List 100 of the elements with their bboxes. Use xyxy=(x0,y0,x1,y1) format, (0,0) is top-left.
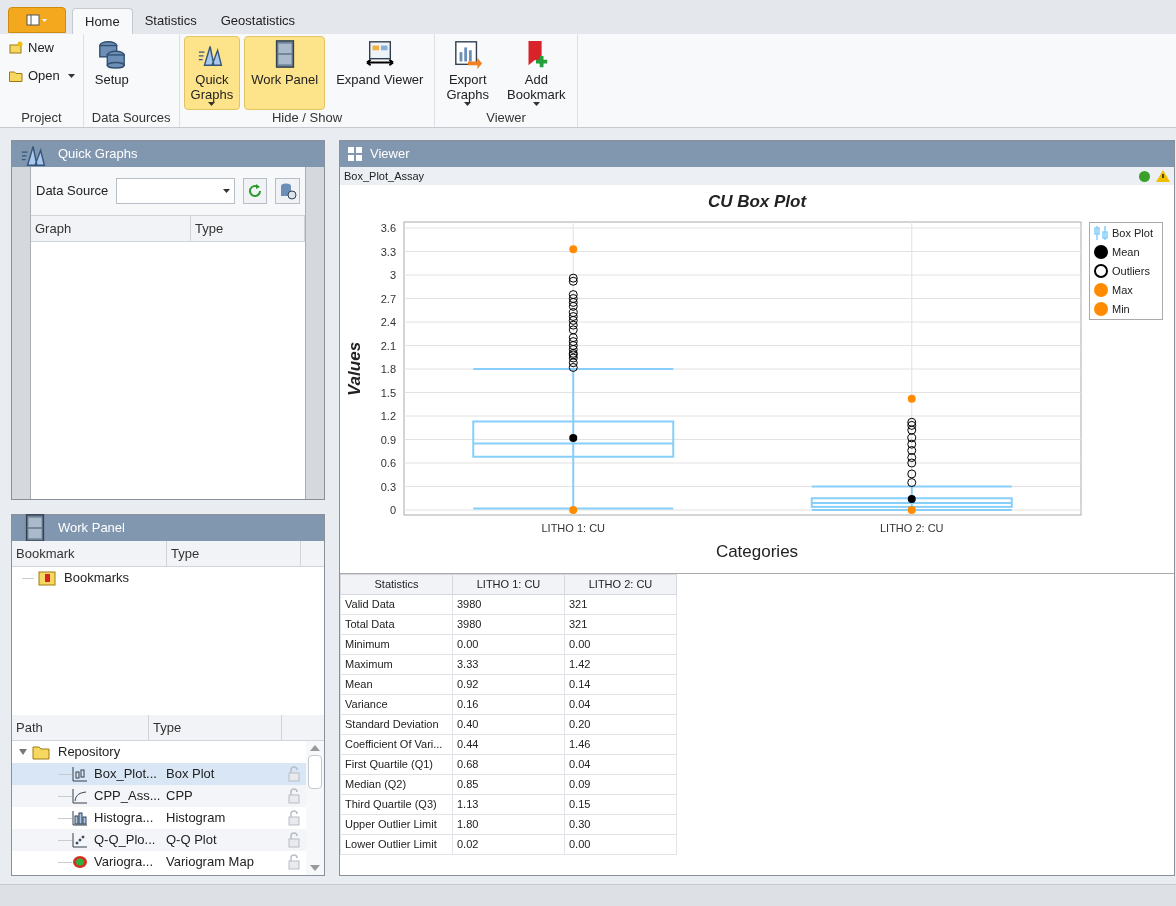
tree-item[interactable]: Repository xyxy=(58,742,121,762)
table-cell: Third Quartile (Q3) xyxy=(340,794,453,815)
scrollbar[interactable] xyxy=(306,741,324,875)
panel-header: Quick Graphs xyxy=(12,141,324,167)
table-cell: 0.02 xyxy=(452,834,565,855)
new-file-icon xyxy=(8,40,24,56)
tree-row[interactable]: CPP_Ass... CPP xyxy=(12,785,306,807)
caret-icon xyxy=(222,189,230,193)
column-header[interactable]: Path xyxy=(12,715,149,740)
data-settings-button[interactable] xyxy=(275,178,300,204)
line-chart-icon xyxy=(72,788,88,804)
table-cell: 0.04 xyxy=(564,754,677,775)
ribbon-button[interactable]: Setup xyxy=(87,36,136,110)
table-cell: 321 xyxy=(564,614,677,635)
scroll-up-icon[interactable] xyxy=(310,745,320,751)
padlock-icon[interactable] xyxy=(288,832,300,848)
padlock-icon[interactable] xyxy=(288,766,300,782)
tree-item-name: Q-Q_Plo... xyxy=(94,831,157,850)
table-cell: 0.00 xyxy=(564,634,677,655)
table-cell: 0.00 xyxy=(452,634,565,655)
ribbon-button[interactable]: Work Panel xyxy=(244,36,326,110)
column-header[interactable]: Graph xyxy=(31,216,191,241)
tree-item-name: Variogra... xyxy=(94,853,154,872)
ribbon-button[interactable]: New xyxy=(4,36,58,60)
y-tick-label: 0.9 xyxy=(380,433,396,446)
legend-label: Mean xyxy=(1112,244,1140,260)
table-cell: 0.14 xyxy=(564,674,677,695)
y-tick-label: 3.6 xyxy=(380,222,396,234)
legend-label: Min xyxy=(1112,301,1130,317)
tree-row[interactable]: Q-Q_Plo... Q-Q Plot xyxy=(12,829,306,851)
ribbon-button[interactable]: Open xyxy=(4,64,79,88)
tree-item-name: Histogra... xyxy=(94,809,155,828)
y-tick-label: 1.8 xyxy=(380,363,396,375)
table-cell: 0.40 xyxy=(452,714,565,735)
app-menu-icon xyxy=(26,14,48,26)
ribbon-group-label: Project xyxy=(20,110,63,127)
y-tick-label: 1.2 xyxy=(380,410,396,422)
y-tick-label: 2.7 xyxy=(380,292,396,305)
color-map-icon xyxy=(72,854,88,870)
ribbon-button[interactable]: Add Bookmark xyxy=(500,36,573,110)
tree-item-type: Box Plot xyxy=(166,765,216,784)
padlock-icon[interactable] xyxy=(288,810,300,826)
y-tick-label: 3.3 xyxy=(380,245,396,258)
column-header[interactable]: LITHO 2: CU xyxy=(564,574,677,595)
legend-label: Max xyxy=(1112,282,1133,298)
table-cell: Mean xyxy=(340,674,453,695)
ribbon-tab[interactable]: Geostatistics xyxy=(208,8,308,34)
x-tick-label: LITHO 2: CU xyxy=(879,522,944,534)
y-tick-label: 0.6 xyxy=(380,457,396,469)
tree-item[interactable]: Bookmarks xyxy=(64,568,130,588)
table-cell: 0.00 xyxy=(564,834,677,855)
refresh-button[interactable] xyxy=(242,178,268,204)
table-cell: 0.92 xyxy=(452,674,565,695)
folder-icon xyxy=(8,68,24,84)
x-tick-label: LITHO 1: CU xyxy=(541,522,606,534)
expander-icon[interactable] xyxy=(18,748,28,756)
ribbon-button[interactable]: Expand Viewer xyxy=(329,36,431,110)
y-tick-label: 1.5 xyxy=(380,386,396,399)
tree-item-type: Q-Q Plot xyxy=(166,831,218,850)
ribbon-group-label: Viewer xyxy=(485,110,527,127)
table-cell: 1.13 xyxy=(452,794,565,815)
column-header[interactable]: Type xyxy=(167,541,301,566)
table-cell: Maximum xyxy=(340,654,453,675)
table-cell: Coefficient Of Vari... xyxy=(340,734,453,755)
tree-item-name: Box_Plot... xyxy=(94,765,158,784)
grid-icon xyxy=(348,147,362,161)
folder-icon xyxy=(32,744,50,760)
y-tick-label: 0 xyxy=(389,504,396,516)
table-cell: 0.09 xyxy=(564,774,677,795)
ribbon-tab[interactable]: Home xyxy=(72,8,133,34)
padlock-icon[interactable] xyxy=(288,854,300,870)
chart-export-icon xyxy=(452,39,483,69)
application-menu-button[interactable] xyxy=(8,7,66,33)
tree-item-name: CPP_Ass... xyxy=(94,787,160,806)
table-cell: 0.68 xyxy=(452,754,565,775)
table-cell: Variance xyxy=(340,694,453,715)
padlock-icon[interactable] xyxy=(288,788,300,804)
chart-title: CU Box Plot xyxy=(707,192,807,211)
column-header[interactable]: Type xyxy=(149,715,282,740)
column-header[interactable]: Type xyxy=(191,216,305,241)
y-tick-label: 2.4 xyxy=(380,316,396,328)
scrollbar-thumb[interactable] xyxy=(308,755,322,789)
y-tick-label: 2.1 xyxy=(380,339,396,352)
column-header[interactable]: Statistics xyxy=(340,574,453,595)
table-cell: 0.44 xyxy=(452,734,565,755)
table-cell: 1.80 xyxy=(452,814,565,835)
column-header[interactable]: LITHO 1: CU xyxy=(452,574,565,595)
column-header[interactable]: Bookmark xyxy=(12,541,167,566)
table-cell: 0.04 xyxy=(564,694,677,715)
warning-icon xyxy=(1156,170,1170,182)
data-source-dropdown[interactable] xyxy=(116,178,235,204)
ribbon-tab[interactable]: Statistics xyxy=(132,8,209,34)
tree-row[interactable]: Box_Plot... Box Plot xyxy=(12,763,306,785)
document-tab[interactable]: Box_Plot_Assay xyxy=(344,167,425,185)
ribbon-button[interactable]: Export Graphs xyxy=(439,36,497,110)
scroll-down-icon[interactable] xyxy=(310,865,320,871)
table-cell: 3980 xyxy=(452,614,565,635)
ribbon-button[interactable]: Quick Graphs xyxy=(183,36,241,110)
table-cell: 3980 xyxy=(452,594,565,615)
database-gear-icon xyxy=(278,182,297,200)
